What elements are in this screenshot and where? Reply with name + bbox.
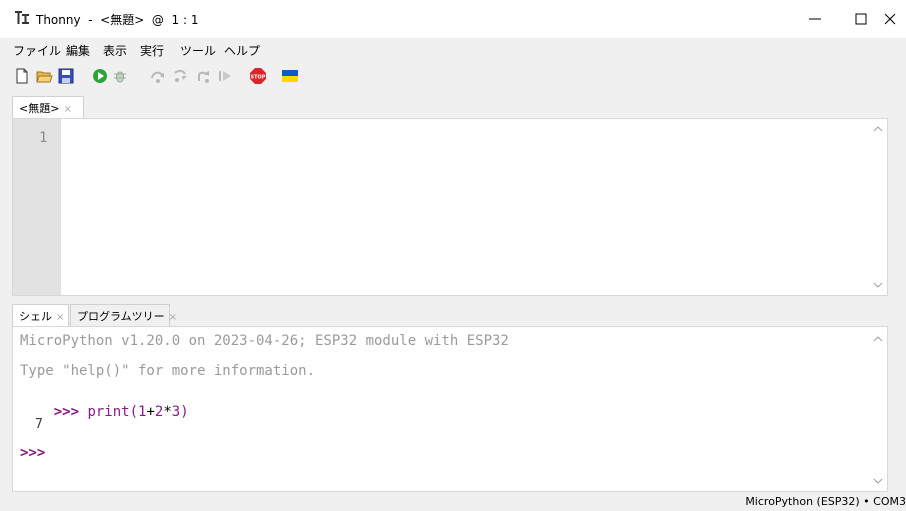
close-window-button[interactable] [882,0,906,38]
menu-view[interactable]: 表示 [103,42,127,59]
minimize-icon [809,18,821,20]
maximize-button[interactable] [838,0,884,38]
shell-help-line: Type "help()" for more information. [20,363,316,379]
folder-open-icon [36,71,53,83]
open-file-button[interactable] [35,67,53,85]
new-file-icon [16,68,28,84]
menu-run[interactable]: 実行 [140,42,164,59]
tab-close-icon[interactable]: × [169,312,177,323]
tab-untitled-label: <無題> [19,102,60,115]
menu-help[interactable]: ヘルプ [224,42,260,59]
scroll-up-icon[interactable] [873,335,883,343]
scroll-up-icon[interactable] [873,125,883,133]
line-number-gutter: 1 [13,119,61,295]
stop-icon: STOP [250,68,266,84]
line-number: 1 [39,130,48,146]
support-ukraine-button[interactable] [281,67,299,85]
resume-icon [219,71,231,81]
window-title: Thonny - <無題> @ 1 : 1 [36,13,199,27]
resume-button[interactable] [216,67,234,85]
tab-program-tree[interactable]: プログラムツリー × [70,304,177,326]
code-editor[interactable]: 1 [12,118,888,296]
svg-text:STOP: STOP [251,75,266,81]
tab-close-icon[interactable]: × [63,104,71,115]
code-paren: ) [180,404,189,420]
tab-untitled[interactable]: <無題> × [12,96,84,118]
code-operator: + [146,404,155,420]
ukraine-flag-icon [282,70,298,82]
save-file-button[interactable] [57,67,75,85]
code-operator: * [163,404,172,420]
close-icon [884,13,896,25]
debug-button[interactable] [111,67,129,85]
shell-command-line: >>> print(1+2*3) [20,388,189,436]
tab-program-tree-label: プログラムツリー [77,310,165,323]
menu-bar: ファイル 編集 表示 実行 ツール ヘルプ [0,38,906,60]
status-bar: MicroPython (ESP32) • COM3 [0,492,906,511]
thonny-logo-icon [14,10,30,26]
step-into-icon [174,69,187,82]
menu-edit[interactable]: 編集 [66,42,90,59]
scroll-down-icon[interactable] [873,281,883,289]
minimize-button[interactable] [792,0,838,38]
step-into-button[interactable] [172,67,190,85]
tab-shell[interactable]: シェル × [12,304,69,326]
shell-output: 7 [35,417,43,432]
toolbar: STOP [0,60,906,92]
save-icon [58,68,74,84]
bug-icon [114,71,126,83]
interpreter-selector[interactable]: MicroPython (ESP32) • COM3 [745,495,906,508]
step-out-icon [198,71,209,83]
tab-close-icon[interactable]: × [56,312,64,323]
shell-prompt[interactable]: >>> [20,445,45,461]
code-function: print( [87,404,139,420]
step-over-icon [151,71,164,83]
scroll-down-icon[interactable] [873,477,883,485]
shell-prompt: >>> [53,404,80,420]
run-icon [93,69,107,83]
run-button[interactable] [91,67,109,85]
shell-console[interactable]: MicroPython v1.20.0 on 2023-04-26; ESP32… [12,326,888,492]
step-over-button[interactable] [149,67,167,85]
title-bar: Thonny - <無題> @ 1 : 1 [0,0,906,38]
shell-banner-line: MicroPython v1.20.0 on 2023-04-26; ESP32… [20,333,509,349]
new-file-button[interactable] [13,67,31,85]
code-number: 3 [171,404,181,420]
tab-shell-label: シェル [19,310,52,323]
menu-file[interactable]: ファイル [13,42,61,59]
menu-tools[interactable]: ツール [180,42,216,59]
maximize-icon [855,13,867,25]
stop-button[interactable]: STOP [249,67,267,85]
step-out-button[interactable] [195,67,213,85]
